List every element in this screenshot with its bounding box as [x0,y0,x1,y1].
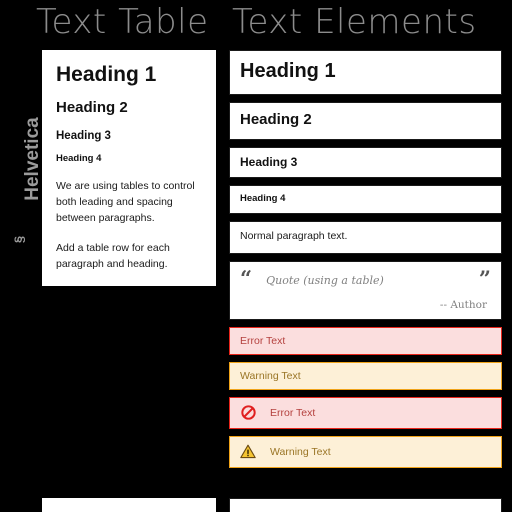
text-table-card: Heading 1 Heading 2 Heading 3 Heading 4 … [42,50,216,287]
page-title-text-table: Text Table [36,2,209,42]
alert-warning-plain: Warning Text [229,361,502,390]
next-section-left-card [42,498,216,512]
text-table-heading-4: Heading 4 [56,152,102,164]
blockquote-line: “ Quote (using a table) ” [240,265,491,291]
text-table-heading-1: Heading 1 [56,63,157,86]
text-table-paragraph-2: Add a table row for each paragraph and h… [56,241,170,270]
page-title-text-elements: Text Elements [232,2,477,42]
quote-open-icon: “ [240,265,253,291]
alert-error-plain-label: Error Text [240,334,286,347]
sidebar-label-next-section: § [4,482,21,512]
alert-warning-with-icon-label: Warning Text [270,445,331,458]
quote-close-icon: ” [478,265,491,291]
text-elements-paragraph: Normal paragraph text. [229,221,502,254]
text-table-heading-3: Heading 3 [56,129,111,142]
alert-warning-plain-label: Warning Text [240,369,301,382]
text-elements-heading-4: Heading 4 [229,185,502,215]
warning-triangle-icon [240,444,256,460]
no-entry-icon [240,405,256,421]
text-elements-column: Heading 1 Heading 2 Heading 3 Heading 4 … [229,50,502,475]
alert-error-with-icon-label: Error Text [270,406,316,419]
alert-warning-with-icon: Warning Text [229,435,502,468]
blockquote-text: Quote (using a table) [266,273,384,287]
text-elements-blockquote: “ Quote (using a table) ” -- Author [229,260,502,320]
alert-error-plain: Error Text [229,326,502,355]
text-elements-heading-2: Heading 2 [229,102,502,140]
text-table-heading-2: Heading 2 [56,99,128,117]
blockquote-author: -- Author [439,298,487,311]
sidebar-label-helvetica: Helvetica [22,117,43,201]
alert-error-with-icon: Error Text [229,396,502,429]
text-elements-heading-1: Heading 1 [229,50,502,95]
page-title-row: Text Table Text Elements [0,0,512,48]
text-elements-heading-3: Heading 3 [229,146,502,179]
text-table-paragraph-1: We are using tables to control both lead… [56,179,195,225]
sidebar-sublabel: § [11,235,27,244]
next-section-right-card [229,498,502,512]
